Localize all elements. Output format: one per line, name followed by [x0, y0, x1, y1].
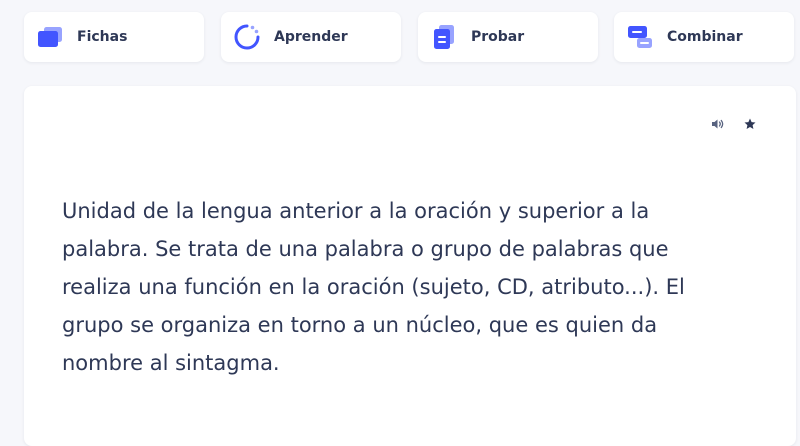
- mode-test-button[interactable]: Probar: [418, 12, 598, 62]
- mode-flashcards-label: Fichas: [77, 29, 128, 45]
- mode-match-label: Combinar: [667, 29, 743, 45]
- study-modes-bar: Fichas Aprender Probar Combinar: [24, 12, 796, 62]
- flashcards-icon: [36, 23, 64, 51]
- mode-match-button[interactable]: Combinar: [614, 12, 794, 62]
- speaker-icon[interactable]: [708, 114, 728, 134]
- flashcard[interactable]: Unidad de la lengua anterior a la oració…: [24, 86, 796, 446]
- learn-icon: [233, 23, 261, 51]
- mode-flashcards-button[interactable]: Fichas: [24, 12, 204, 62]
- mode-learn-label: Aprender: [274, 29, 348, 45]
- match-icon: [626, 23, 654, 51]
- test-icon: [430, 23, 458, 51]
- mode-learn-button[interactable]: Aprender: [221, 12, 401, 62]
- mode-test-label: Probar: [471, 29, 525, 45]
- star-icon[interactable]: [740, 114, 760, 134]
- card-definition-text: Unidad de la lengua anterior a la oració…: [62, 199, 685, 375]
